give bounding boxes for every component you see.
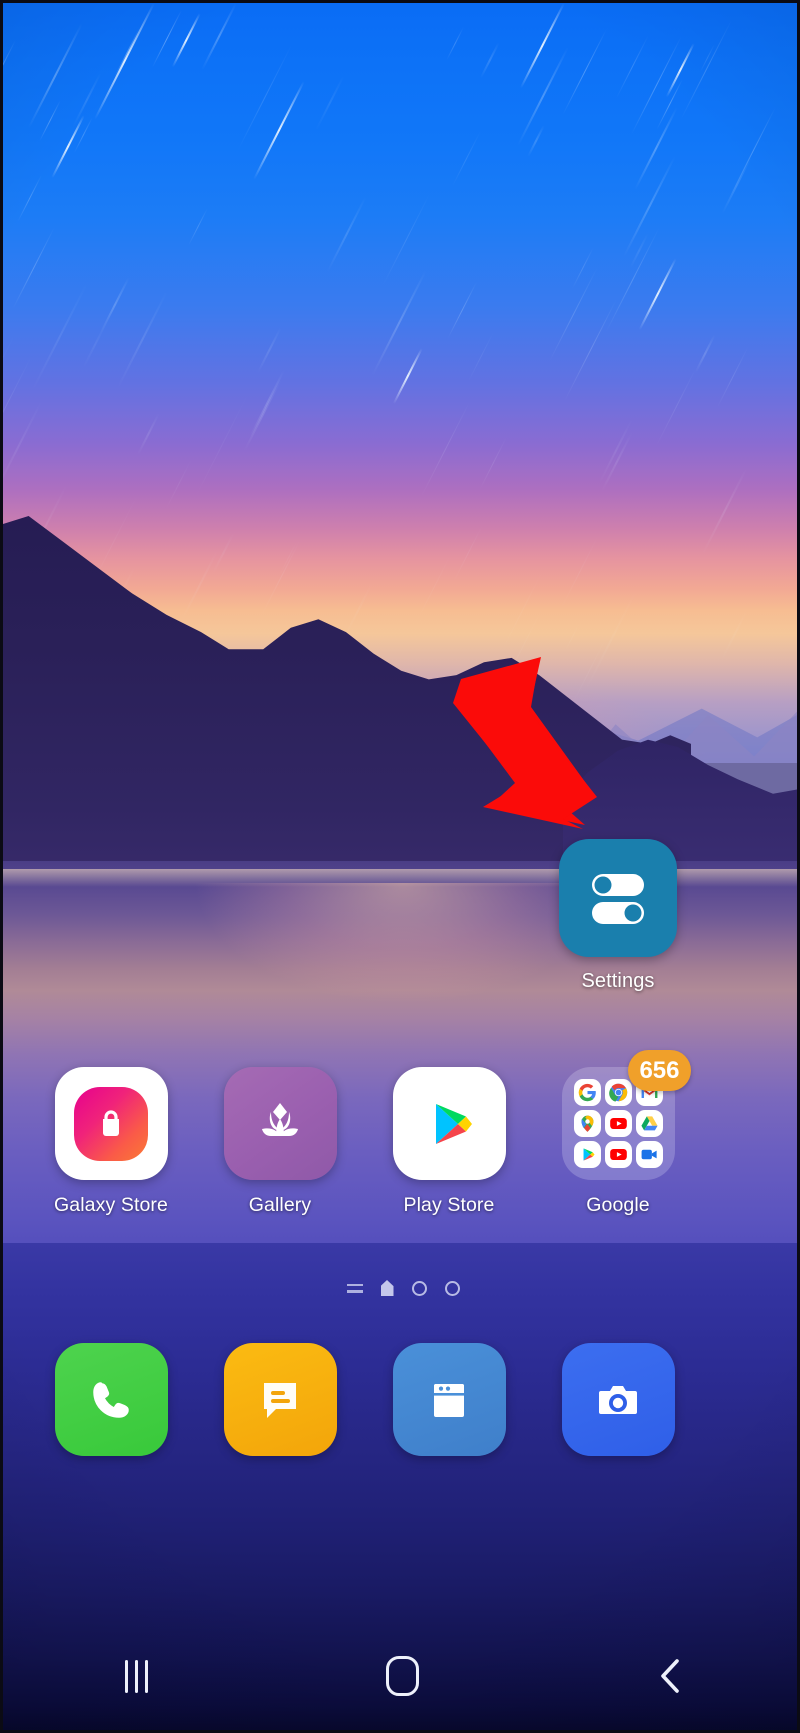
drive-icon xyxy=(635,1110,663,1137)
galaxy-store-icon[interactable] xyxy=(54,1067,168,1180)
app-icon-galaxy-store[interactable]: Galaxy Store xyxy=(26,1067,196,1217)
settings-toggles-icon[interactable] xyxy=(559,839,677,957)
camera-icon[interactable] xyxy=(561,1343,675,1456)
google-g-icon xyxy=(573,1079,601,1106)
folder-badge-count: 656 xyxy=(628,1050,691,1091)
page-dot-3[interactable] xyxy=(411,1280,427,1296)
home-icon xyxy=(386,1656,420,1696)
app-label-google: Google xyxy=(586,1194,650,1216)
dock-bar xyxy=(3,1343,797,1463)
app-icon-settings[interactable]: Settings xyxy=(543,839,693,993)
browser-icon[interactable] xyxy=(392,1343,506,1456)
phone-icon[interactable] xyxy=(54,1343,168,1456)
dock-icon-internet[interactable] xyxy=(364,1343,534,1456)
chrome-icon xyxy=(604,1079,632,1106)
meet-icon xyxy=(635,1141,663,1168)
nav-recents-button[interactable] xyxy=(61,1622,211,1730)
phone-screen: Settings Galaxy Store Gallery Play Store… xyxy=(0,0,800,1733)
back-chevron-icon xyxy=(660,1659,679,1693)
app-label-settings: Settings xyxy=(581,970,655,992)
app-label-gallery: Gallery xyxy=(248,1194,312,1216)
play-store-icon[interactable] xyxy=(392,1067,506,1180)
dock-icon-messages[interactable] xyxy=(195,1343,365,1456)
page-indicator[interactable] xyxy=(3,1280,797,1296)
dock-icon-camera[interactable] xyxy=(533,1343,703,1456)
nav-home-button[interactable] xyxy=(328,1622,478,1730)
gallery-flower-icon[interactable] xyxy=(223,1067,337,1180)
google-folder-icon[interactable]: 656 xyxy=(561,1050,691,1180)
navigation-bar xyxy=(3,1622,797,1730)
play-store-icon xyxy=(573,1141,601,1168)
dock-icon-phone[interactable] xyxy=(26,1343,196,1456)
app-icon-gallery[interactable]: Gallery xyxy=(195,1067,365,1217)
app-label-galaxy-store: Galaxy Store xyxy=(54,1194,168,1216)
yt-music-icon xyxy=(604,1141,632,1168)
app-folder-google[interactable]: 656 Google xyxy=(533,1050,703,1217)
recents-icon xyxy=(124,1659,148,1693)
app-icon-play-store[interactable]: Play Store xyxy=(364,1067,534,1217)
home-app-row: Galaxy Store Gallery Play Store 656 Goog… xyxy=(3,1050,797,1242)
page-dot-app-list[interactable] xyxy=(346,1283,363,1293)
maps-pin-icon xyxy=(573,1110,601,1137)
app-label-play-store: Play Store xyxy=(403,1194,495,1216)
nav-back-button[interactable] xyxy=(595,1622,745,1730)
page-dot-4[interactable] xyxy=(444,1280,460,1296)
page-dot-home-active[interactable] xyxy=(380,1280,394,1296)
annotation-arrow xyxy=(453,657,597,829)
youtube-icon xyxy=(604,1110,632,1137)
message-icon[interactable] xyxy=(223,1343,337,1456)
